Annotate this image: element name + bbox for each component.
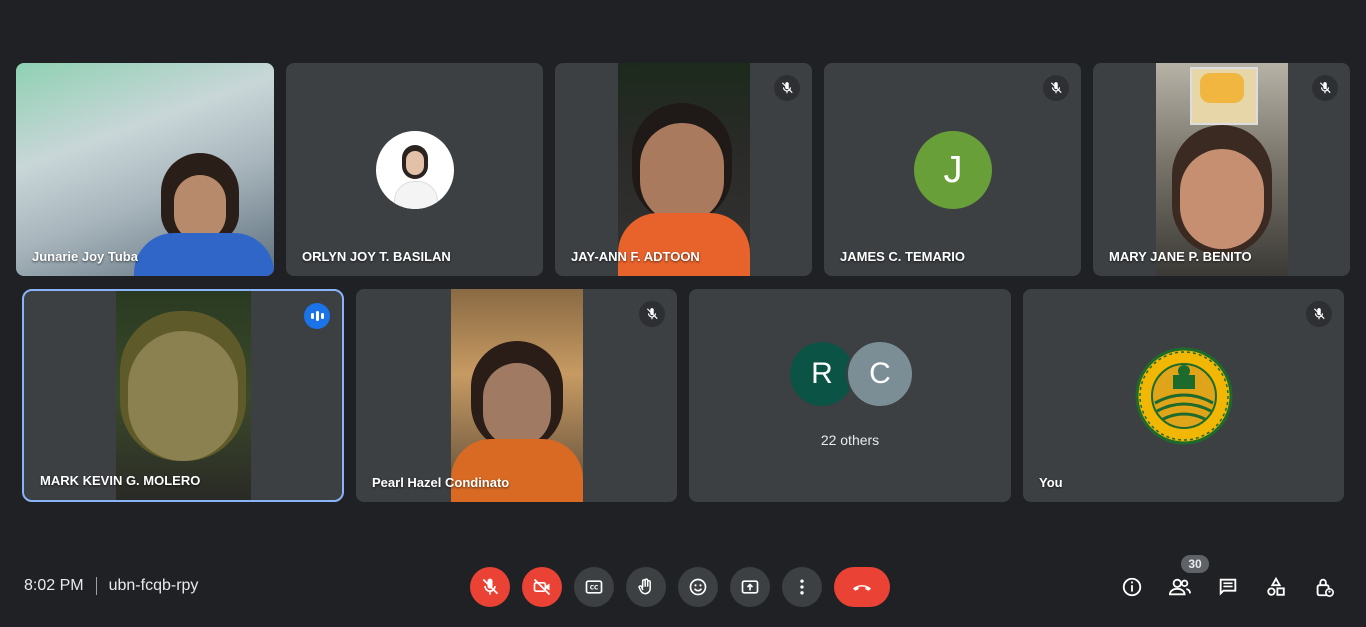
participant-name: Pearl Hazel Condinato: [372, 475, 510, 490]
emoji-button[interactable]: [678, 567, 718, 607]
mic-off-icon: [639, 301, 665, 327]
people-button[interactable]: [1166, 573, 1194, 601]
camera-toggle-button[interactable]: [522, 567, 562, 607]
speaking-indicator-icon: [304, 303, 330, 329]
lock-person-icon: [1316, 578, 1334, 597]
more-options-button[interactable]: [782, 567, 822, 607]
participant-video: [1156, 63, 1288, 276]
activities-button[interactable]: [1262, 573, 1290, 601]
present-screen-button[interactable]: [730, 567, 770, 607]
participant-count-badge: 30: [1181, 555, 1209, 573]
others-count-label: 22 others: [820, 432, 880, 448]
info-icon: [1122, 577, 1142, 597]
letter-avatar: J: [914, 131, 992, 209]
captions-icon: CC: [585, 580, 603, 594]
others-tile[interactable]: R C 22 others: [689, 289, 1011, 502]
participant-tile-pearl[interactable]: Pearl Hazel Condinato: [356, 289, 677, 502]
participant-tile-orlyn[interactable]: ORLYN JOY T. BASILAN: [286, 63, 543, 276]
raise-hand-icon: [638, 578, 651, 595]
participant-tile-junarie[interactable]: Junarie Joy Tuba: [16, 63, 274, 276]
participant-name: MARY JANE P. BENITO: [1109, 249, 1252, 264]
participant-video: [451, 289, 583, 502]
chat-icon: [1219, 578, 1237, 596]
svg-text:CC: CC: [590, 586, 599, 592]
more-vert-icon: [800, 579, 804, 595]
participant-name: JAY-ANN F. ADTOON: [571, 249, 700, 264]
participant-name: JAMES C. TEMARIO: [840, 249, 965, 264]
camera-off-icon: [533, 578, 551, 596]
chat-button[interactable]: [1214, 573, 1242, 601]
meeting-details-button[interactable]: [1118, 573, 1146, 601]
letter-avatar-c: C: [846, 340, 914, 408]
activities-icon: [1267, 576, 1285, 596]
participant-name: Junarie Joy Tuba: [32, 249, 138, 264]
mic-off-icon: [1043, 75, 1069, 101]
letter-avatar-r: R: [790, 342, 854, 406]
participant-tile-james[interactable]: J JAMES C. TEMARIO: [824, 63, 1081, 276]
participant-tile-mark-kevin[interactable]: MARK KEVIN G. MOLERO: [22, 289, 344, 502]
divider: [95, 577, 97, 595]
host-controls-button[interactable]: [1310, 573, 1338, 601]
participant-name: You: [1039, 475, 1063, 490]
participant-video: [116, 291, 251, 500]
participant-video: [618, 63, 750, 276]
profile-photo-avatar: [376, 131, 454, 209]
end-call-icon: [853, 585, 871, 591]
organization-logo-avatar: [1135, 347, 1233, 445]
meeting-code: ubn-fcqb-rpy: [108, 577, 199, 594]
participant-tile-jay-ann[interactable]: JAY-ANN F. ADTOON: [555, 63, 812, 276]
mic-off-icon: [1306, 301, 1332, 327]
present-screen-icon: [741, 580, 759, 594]
captions-button[interactable]: CC: [574, 567, 614, 607]
emoji-icon: [689, 578, 707, 596]
mic-off-icon: [482, 578, 499, 595]
participant-name: ORLYN JOY T. BASILAN: [302, 249, 451, 264]
participant-name: MARK KEVIN G. MOLERO: [40, 473, 201, 488]
leave-call-button[interactable]: [834, 567, 890, 607]
participant-video: [16, 63, 274, 276]
meeting-info: 8:02 PM ubn-fcqb-rpy: [24, 577, 198, 595]
participant-tile-you[interactable]: You: [1023, 289, 1344, 502]
raise-hand-button[interactable]: [626, 567, 666, 607]
meeting-time: 8:02 PM: [24, 577, 84, 594]
mic-off-icon: [774, 75, 800, 101]
participant-tile-mary-jane[interactable]: MARY JANE P. BENITO: [1093, 63, 1350, 276]
people-icon: [1168, 578, 1191, 596]
mic-toggle-button[interactable]: [470, 567, 510, 607]
mic-off-icon: [1312, 75, 1338, 101]
